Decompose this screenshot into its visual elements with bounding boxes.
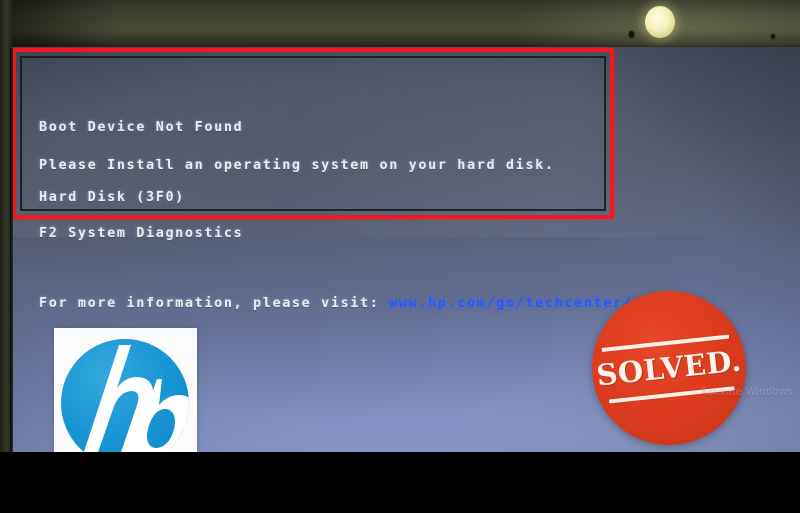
microphone-hole-right-icon	[771, 34, 775, 39]
more-information-prefix: For more information, please visit:	[39, 295, 390, 311]
hp-logo-circle	[61, 339, 189, 453]
laptop-left-bezel-edge	[10, 48, 13, 458]
photo-letterbox-bottom	[0, 452, 800, 513]
red-annotation-rectangle	[12, 48, 614, 219]
webcam-led-icon	[645, 6, 675, 38]
bios-f2-system-diagnostics: F2 System Diagnostics	[39, 225, 244, 241]
laptop-photo: Boot Device Not Found Please Install an …	[0, 0, 800, 513]
solved-badge-content: SOLVED.	[584, 283, 753, 452]
hp-logo	[54, 328, 197, 453]
laptop-top-bezel	[0, 0, 800, 48]
activate-windows-watermark: Activate Windows	[700, 386, 794, 398]
microphone-hole-left-icon	[629, 31, 634, 38]
hp-wordmark-icon	[83, 345, 189, 453]
red-annotation-inner-border	[20, 56, 606, 211]
solved-badge: SOLVED.	[592, 291, 746, 445]
